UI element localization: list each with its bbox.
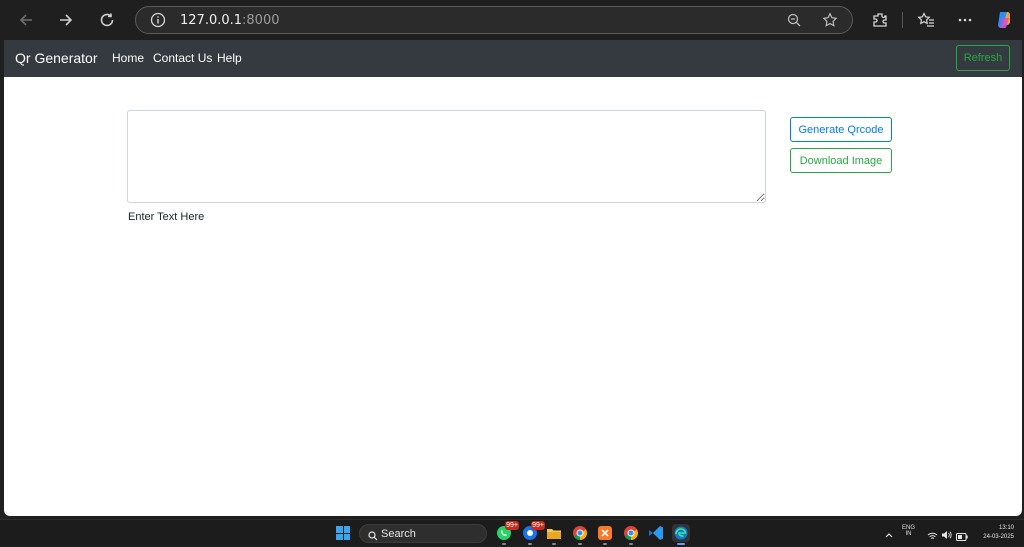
reload-icon[interactable] [93, 6, 121, 34]
favorites-icon[interactable] [915, 9, 937, 31]
generate-qrcode-button[interactable]: Generate Qrcode [790, 117, 892, 142]
toolbar-divider [902, 12, 903, 28]
running-indicator [578, 543, 582, 545]
vscode-icon[interactable] [647, 524, 665, 542]
battery-icon[interactable] [956, 528, 968, 546]
taskbar-search[interactable]: Search [359, 524, 487, 543]
notification-badge: 99+ [531, 521, 545, 530]
xampp-icon[interactable] [596, 524, 614, 545]
running-indicator [629, 543, 633, 545]
running-indicator [552, 543, 556, 545]
download-image-button[interactable]: Download Image [790, 148, 892, 173]
input-label: Enter Text Here [128, 211, 205, 223]
nav-link-help[interactable]: Help [217, 51, 242, 65]
edge-icon[interactable] [672, 524, 690, 545]
nav-link-home[interactable]: Home [112, 51, 144, 65]
forward-icon[interactable] [52, 6, 80, 34]
back-icon[interactable] [12, 6, 40, 34]
site-navbar: Qr Generator Home Contact Us Help Refres… [4, 40, 1022, 77]
favorite-star-icon[interactable] [822, 12, 838, 33]
taskbar: Search 99+ 99+ ENG IN 13:10 24-03-2025 [0, 519, 1024, 546]
zoom-icon[interactable] [786, 12, 802, 33]
clock-time: 13:10 [998, 525, 1014, 531]
browser-toolbar: 127.0.0.1:8000 [0, 0, 1024, 40]
search-label: Search [381, 528, 416, 540]
volume-icon[interactable] [941, 527, 952, 545]
wifi-icon[interactable] [927, 528, 938, 546]
refresh-button[interactable]: Refresh [956, 45, 1010, 71]
running-indicator [603, 543, 607, 545]
running-indicator [528, 543, 532, 545]
file-explorer-icon[interactable] [545, 524, 563, 545]
active-indicator [677, 543, 685, 545]
clock-date: 24-03-2025 [983, 534, 1014, 540]
site-info-icon[interactable] [150, 12, 166, 28]
notification-badge: 99+ [505, 521, 519, 530]
windows-start-icon[interactable] [336, 526, 350, 540]
running-indicator [502, 543, 506, 545]
whatsapp-icon[interactable]: 99+ [495, 521, 519, 545]
page-viewport: Qr Generator Home Contact Us Help Refres… [4, 40, 1022, 516]
copilot-icon[interactable] [993, 9, 1015, 31]
navbar-brand[interactable]: Qr Generator [15, 50, 97, 66]
qr-text-input[interactable] [127, 110, 766, 203]
nav-link-contact[interactable]: Contact Us [153, 51, 212, 65]
more-options-icon[interactable] [954, 9, 976, 31]
extensions-icon[interactable] [869, 9, 891, 31]
url-text: 127.0.0.1:8000 [180, 13, 280, 28]
chrome-icon[interactable] [571, 524, 589, 545]
address-bar[interactable]: 127.0.0.1:8000 [135, 6, 853, 34]
search-icon [368, 528, 378, 546]
region-code: IN [905, 531, 912, 537]
chrome-alt-icon[interactable] [622, 524, 640, 545]
chrome-profile-icon[interactable]: 99+ [521, 521, 545, 545]
language-indicator[interactable]: ENG IN [902, 525, 915, 537]
chevron-up-icon[interactable] [884, 527, 894, 545]
system-clock[interactable]: 13:10 24-03-2025 [983, 524, 1014, 542]
